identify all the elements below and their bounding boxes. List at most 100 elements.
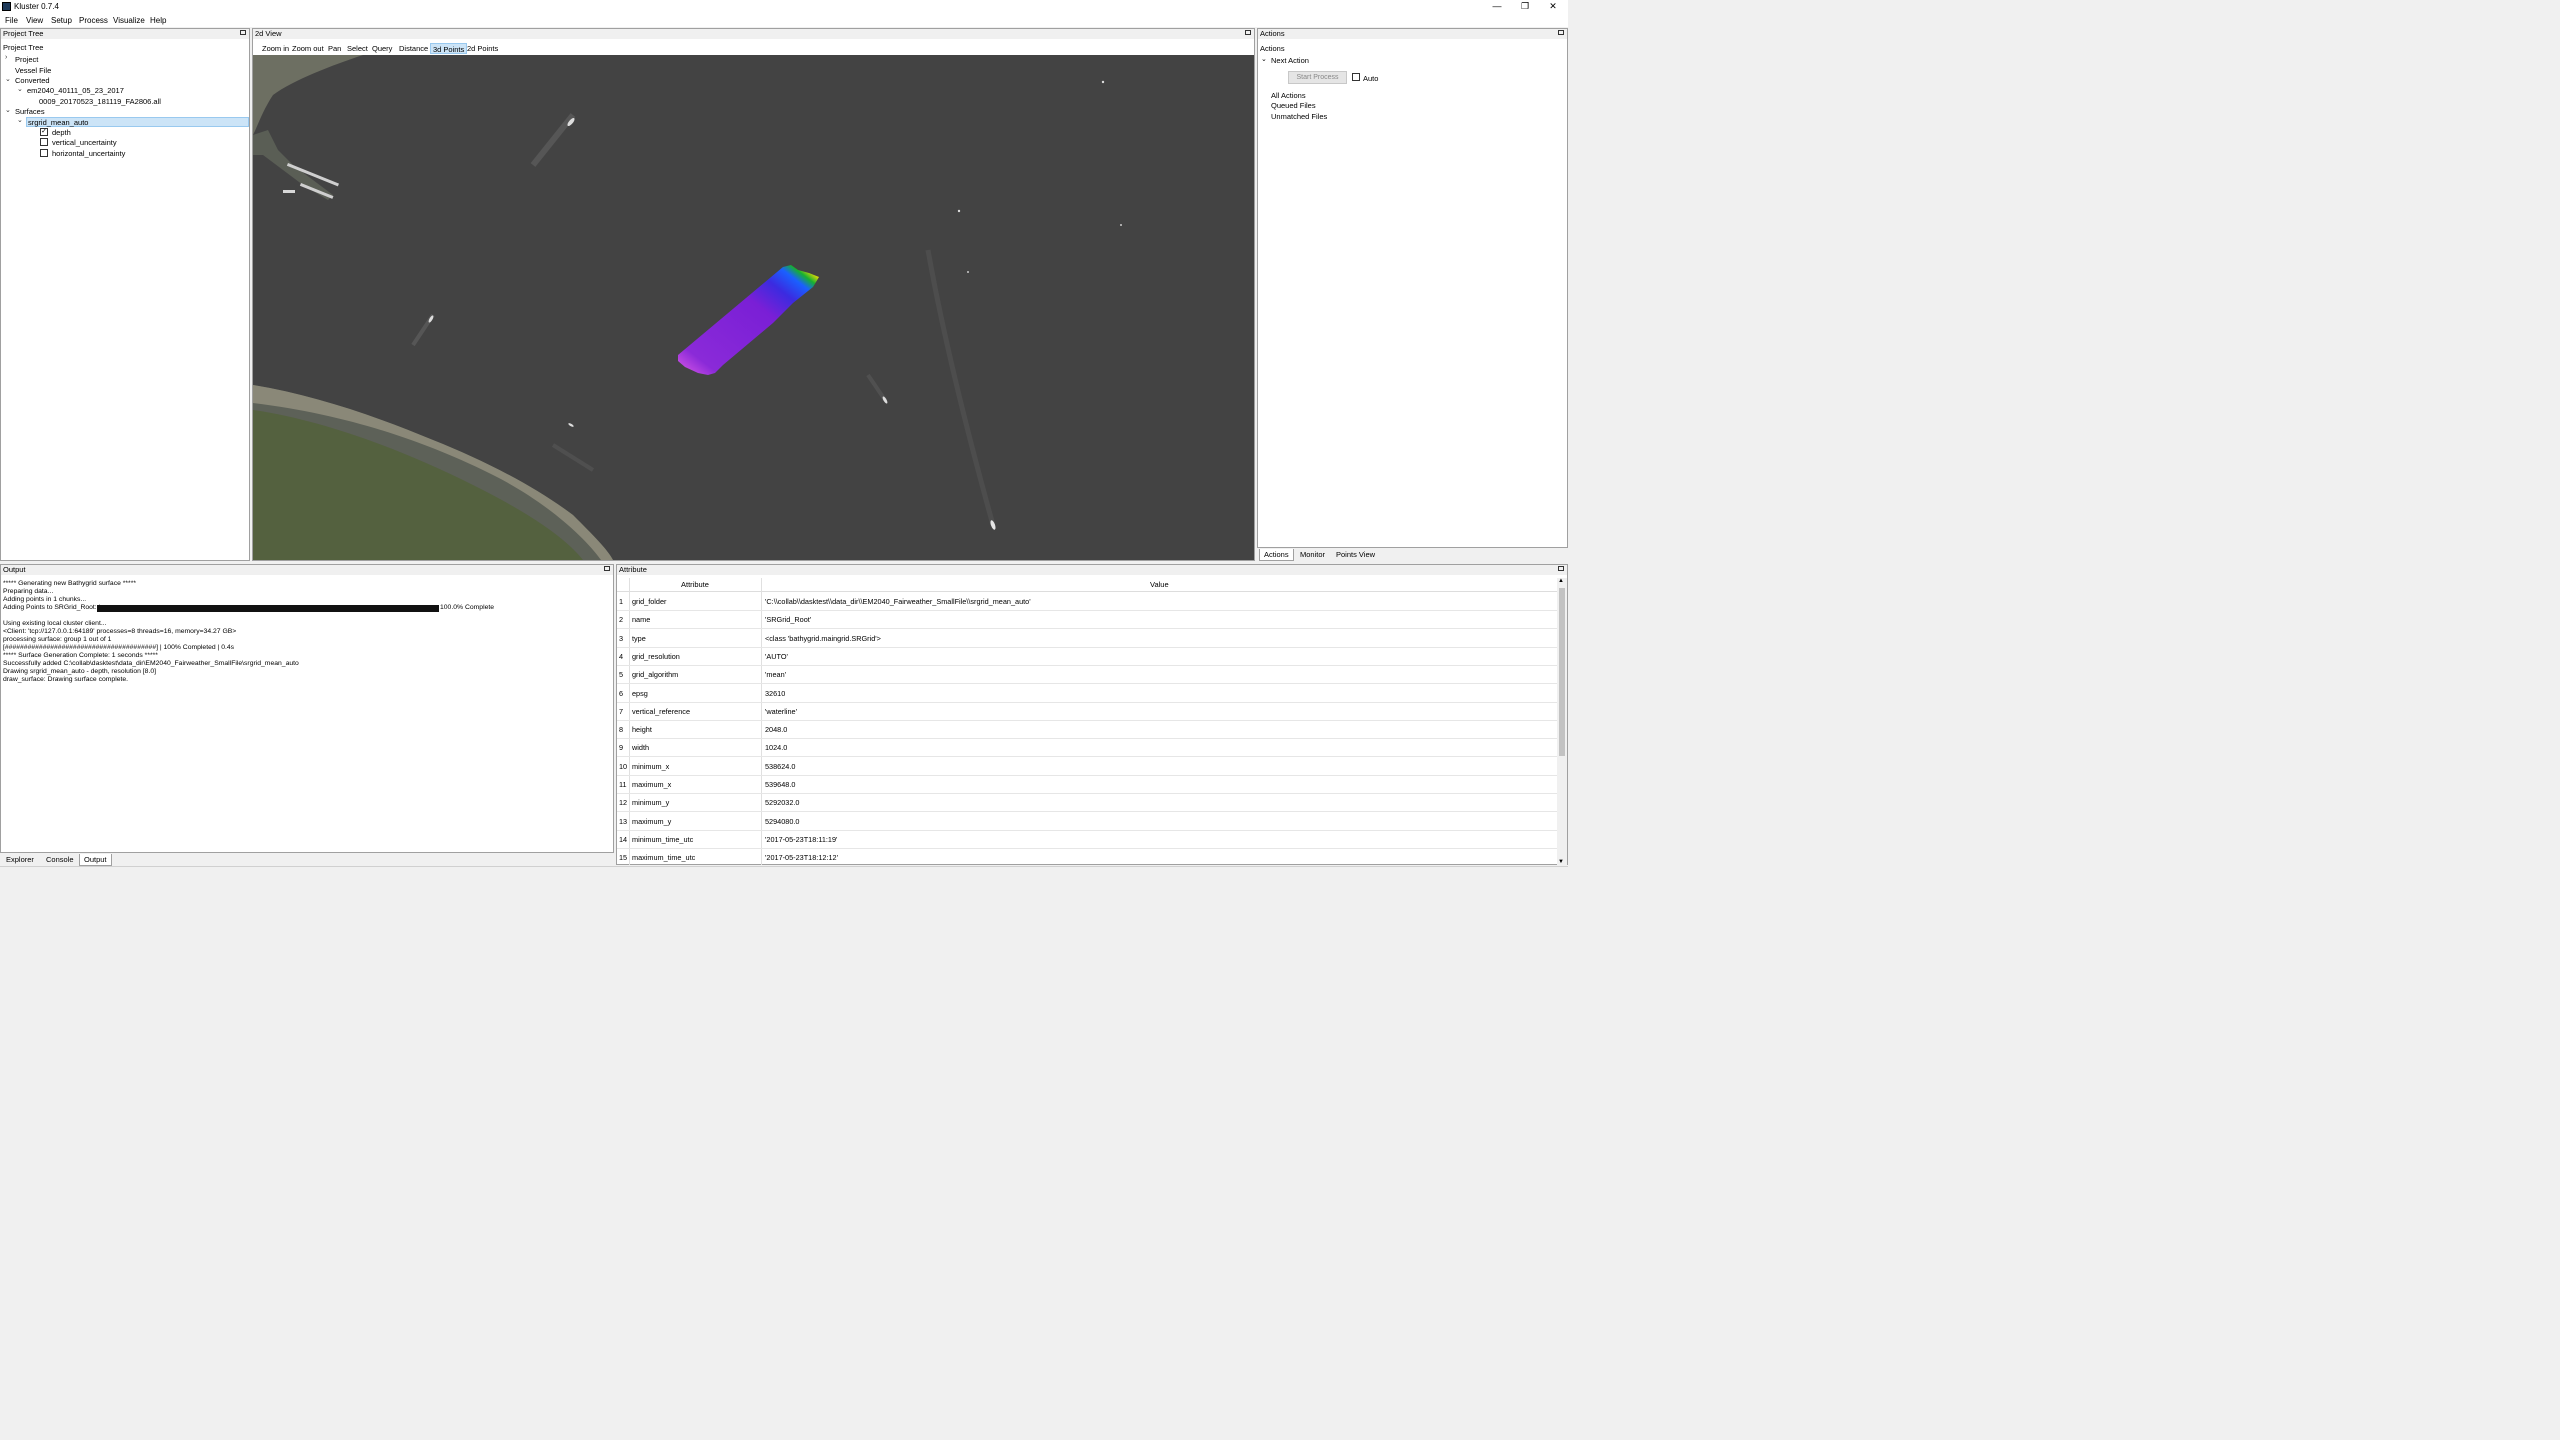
layer-depth-checkbox[interactable]: ✓	[40, 128, 48, 136]
attribute-value: 'AUTO'	[765, 651, 788, 661]
tree-item-vessel-file[interactable]: Vessel File	[15, 66, 51, 75]
attribute-value: 1024.0	[765, 743, 788, 753]
menu-file[interactable]: File	[5, 16, 18, 25]
close-icon[interactable]: ✕	[1539, 0, 1567, 14]
view2d-panel-title: 2d View	[253, 29, 1254, 39]
scroll-down-icon[interactable]: ▼	[1558, 859, 1564, 865]
undock-icon[interactable]	[1558, 30, 1564, 35]
start-process-button[interactable]: Start Process	[1288, 71, 1347, 84]
auto-checkbox[interactable]	[1352, 73, 1360, 81]
table-row[interactable]: 13 maximum_y 5294080.0	[617, 812, 1557, 831]
chevron-right-icon[interactable]: ›	[5, 54, 7, 61]
map-canvas[interactable]	[253, 55, 1254, 560]
layer-depth-label: depth	[52, 128, 71, 137]
chevron-down-icon[interactable]: ⌄	[5, 106, 11, 114]
undock-icon[interactable]	[240, 30, 246, 35]
scrollbar-thumb[interactable]	[1559, 588, 1565, 756]
table-row[interactable]: 9 width 1024.0	[617, 738, 1557, 758]
tree-item-surfaces[interactable]: Surfaces	[15, 107, 45, 116]
row-number: 6	[619, 688, 624, 698]
queued-files-list[interactable]: Queued Files	[1271, 101, 1316, 110]
table-row[interactable]: 1 grid_folder 'C:\\collab\\dasktest\\data_…	[617, 592, 1557, 611]
column-header-value[interactable]: Value	[1150, 580, 1169, 589]
tool-pan[interactable]: Pan	[326, 43, 343, 54]
attribute-name: type	[632, 633, 646, 643]
log-line: Adding points in 1 chunks...	[3, 596, 87, 603]
table-row[interactable]: 14 minimum_time_utc '2017-05-23T18:11:19'	[617, 830, 1557, 849]
column-header-attribute[interactable]: Attribute	[681, 580, 709, 589]
table-row[interactable]: 10 minimum_x 538624.0	[617, 757, 1557, 776]
undock-icon[interactable]	[604, 566, 610, 571]
menu-visualize[interactable]: Visualize	[113, 16, 145, 25]
tool-zoom-out[interactable]: Zoom out	[290, 43, 326, 54]
restore-icon[interactable]: ❐	[1511, 0, 1539, 14]
log-line: Adding Points to SRGrid_Root: |	[3, 604, 101, 611]
tool-2d-points[interactable]: 2d Points	[465, 43, 500, 54]
tool-distance[interactable]: Distance	[397, 43, 430, 54]
table-row[interactable]: 5 grid_algorithm 'mean'	[617, 665, 1557, 685]
tab-actions[interactable]: Actions	[1259, 549, 1294, 561]
window-title: Kluster 0.7.4	[14, 2, 59, 11]
chevron-down-icon[interactable]: ⌄	[1261, 55, 1267, 63]
layer-vertical-uncertainty-checkbox[interactable]	[40, 138, 48, 146]
chevron-down-icon[interactable]: ⌄	[17, 85, 23, 93]
row-number: 2	[619, 615, 624, 625]
tree-item-converted-file[interactable]: 0009_20170523_181119_FA2806.all	[39, 97, 161, 106]
menu-process[interactable]: Process	[79, 16, 108, 25]
attribute-value: 'SRGrid_Root'	[765, 615, 812, 625]
output-panel-title: Output	[1, 565, 613, 575]
table-row[interactable]: 3 type <class 'bathygrid.maingrid.SRGrid'>	[617, 629, 1557, 648]
menu-bar: File View Setup Process Visualize Help	[0, 14, 1568, 27]
menu-setup[interactable]: Setup	[51, 16, 72, 25]
tree-item-project[interactable]: Project	[15, 55, 38, 64]
tree-item-converted-child[interactable]: em2040_40111_05_23_2017	[27, 86, 124, 95]
table-row[interactable]: 2 name 'SRGrid_Root'	[617, 610, 1557, 630]
attribute-value: 538624.0	[765, 761, 796, 771]
tree-item-surface[interactable]: srgrid_mean_auto	[28, 118, 88, 127]
tool-zoom-in[interactable]: Zoom in	[260, 43, 291, 54]
all-actions-list[interactable]: All Actions	[1271, 91, 1306, 100]
table-row[interactable]: 7 vertical_reference 'waterline'	[617, 702, 1557, 721]
attribute-name: maximum_x	[632, 780, 672, 789]
project-tree-panel-title: Project Tree	[1, 29, 249, 39]
tab-points-view[interactable]: Points View	[1332, 549, 1379, 560]
menu-help[interactable]: Help	[150, 16, 166, 25]
undock-icon[interactable]	[1245, 30, 1251, 35]
row-number: 8	[619, 725, 624, 735]
attribute-value: 'mean'	[765, 670, 787, 680]
undock-icon[interactable]	[1558, 566, 1564, 571]
tab-explorer[interactable]: Explorer	[2, 854, 38, 865]
unmatched-files-list[interactable]: Unmatched Files	[1271, 112, 1327, 121]
chevron-down-icon[interactable]: ⌄	[5, 75, 11, 83]
attribute-name: maximum_y	[632, 816, 672, 826]
table-scrollbar[interactable]: ▲ ▼	[1557, 578, 1567, 865]
layer-horizontal-uncertainty-checkbox[interactable]	[40, 149, 48, 157]
table-row[interactable]: 15 maximum_time_utc '2017-05-23T18:12:12'	[617, 848, 1557, 868]
log-line: [#######################################…	[3, 644, 235, 651]
attribute-value: <class 'bathygrid.maingrid.SRGrid'>	[765, 633, 881, 643]
row-number: 7	[619, 706, 624, 716]
table-row[interactable]: 11 maximum_x 539648.0	[617, 775, 1557, 794]
table-row[interactable]: 12 minimum_y 5292032.0	[617, 793, 1557, 813]
tool-query[interactable]: Query	[370, 43, 394, 54]
table-row[interactable]: 6 epsg 32610	[617, 684, 1557, 703]
tool-select[interactable]: Select	[345, 43, 370, 54]
table-row[interactable]: 4 grid_resolution 'AUTO'	[617, 647, 1557, 666]
actions-header: Actions	[1260, 44, 1285, 53]
app-icon	[2, 2, 11, 11]
row-number: 1	[619, 597, 624, 606]
table-row[interactable]: 8 height 2048.0	[617, 720, 1557, 740]
tab-monitor[interactable]: Monitor	[1296, 549, 1329, 560]
chevron-down-icon[interactable]: ⌄	[17, 116, 23, 124]
attribute-value: 2048.0	[765, 725, 788, 735]
menu-view[interactable]: View	[26, 16, 43, 25]
tab-output[interactable]: Output	[79, 854, 112, 866]
minimize-icon[interactable]: —	[1483, 0, 1511, 14]
attribute-name: minimum_y	[632, 798, 670, 808]
tool-3d-points[interactable]: 3d Points	[430, 43, 468, 54]
attribute-value: 5292032.0	[765, 798, 800, 808]
log-line: Successfully added C:\collab\dasktest\da…	[3, 660, 299, 667]
scroll-up-icon[interactable]: ▲	[1558, 578, 1564, 584]
tab-console[interactable]: Console	[42, 854, 78, 865]
tree-item-converted[interactable]: Converted	[15, 76, 50, 85]
